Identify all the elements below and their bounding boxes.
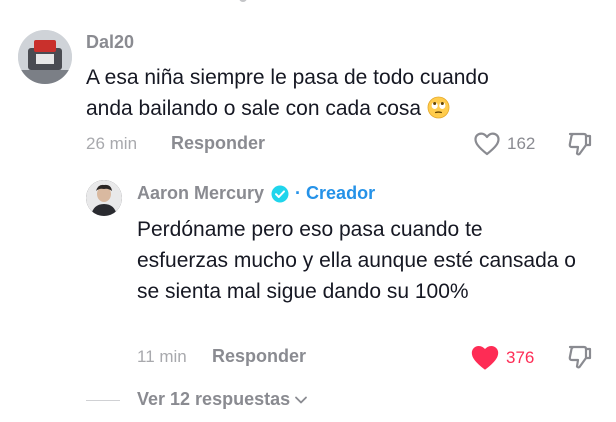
face-with-rolling-eyes-icon: [427, 96, 450, 119]
view-replies-label: Ver 12 respuestas: [137, 389, 291, 409]
avatar[interactable]: [18, 30, 72, 84]
comment-username[interactable]: Aaron Mercury: [137, 183, 264, 204]
dislike-icon[interactable]: [566, 343, 594, 371]
comment-username-row: Aaron Mercury · Creador: [137, 183, 375, 204]
like-button[interactable]: 376: [471, 345, 534, 371]
reply-button[interactable]: Responder: [171, 133, 265, 154]
like-count: 376: [506, 348, 535, 367]
comment-username[interactable]: Dal20: [86, 32, 134, 53]
like-button[interactable]: 162: [474, 132, 535, 156]
divider-line: [86, 400, 120, 401]
creator-badge: Creador: [306, 183, 376, 203]
heart-filled-icon: [471, 345, 499, 370]
verified-badge-icon: [271, 185, 289, 202]
comment-timestamp: 11 min: [137, 347, 187, 366]
chevron-down-icon: [295, 396, 308, 403]
heart-outline-icon: [474, 132, 500, 156]
reply-button[interactable]: Responder: [212, 346, 306, 367]
view-replies-button[interactable]: Ver 12 respuestas: [137, 389, 308, 410]
separator-dot: ·: [295, 183, 302, 203]
comment-text: Perdóname pero eso pasa cuando te esfuer…: [137, 218, 576, 303]
comment-text: A esa niña siempre le pasa de todo cuand…: [86, 62, 526, 124]
dislike-icon[interactable]: [566, 130, 594, 158]
comments-panel: Dal20 A esa niña siempre le pasa de todo…: [0, 0, 616, 422]
like-count: 162: [507, 134, 536, 153]
comment-timestamp: 26 min: [86, 134, 138, 153]
avatar[interactable]: [86, 180, 122, 216]
top-divider: [239, 0, 247, 2]
